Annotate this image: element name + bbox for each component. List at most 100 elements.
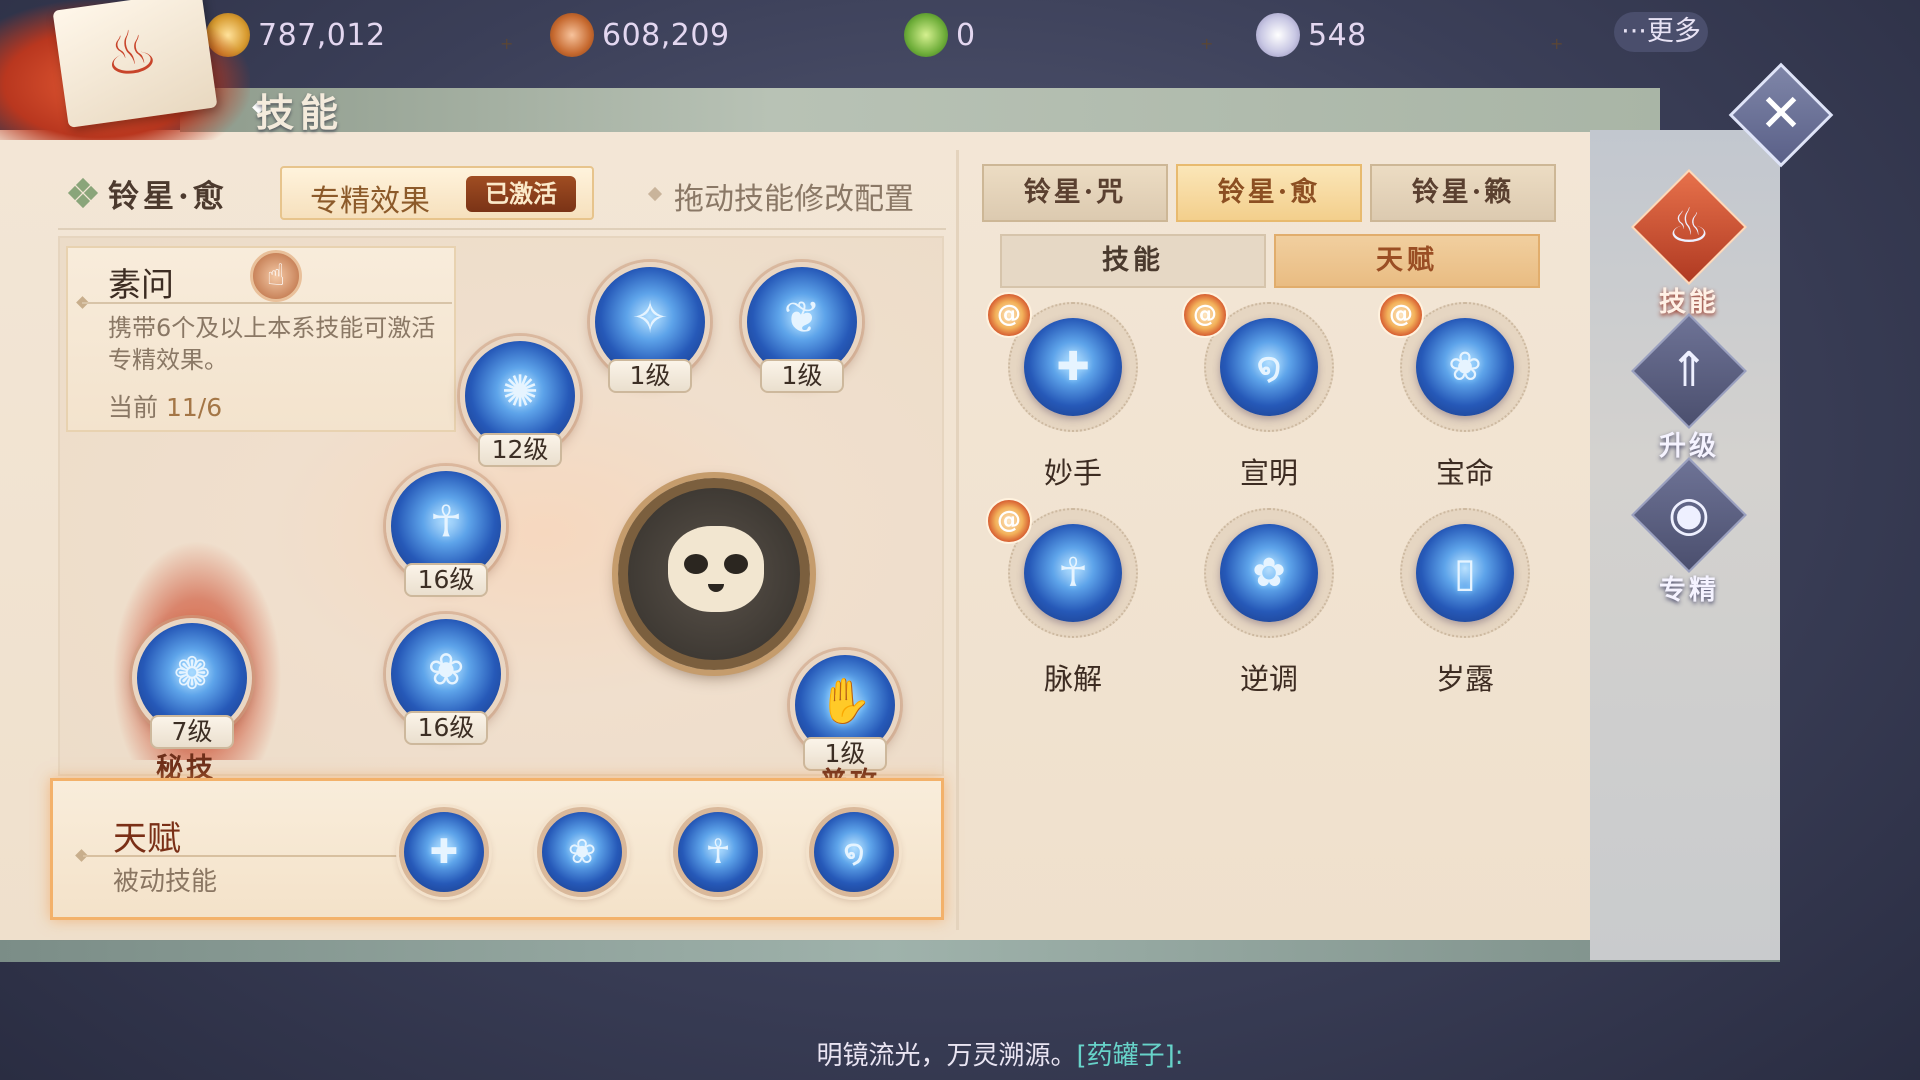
- tab-skills[interactable]: 技能: [1000, 234, 1266, 288]
- status-badge: 已激活: [466, 176, 576, 212]
- lotus-icon: ❀: [427, 644, 465, 696]
- talent-title: 天赋: [113, 819, 181, 859]
- diamond-icon: [67, 177, 99, 209]
- talent-slot-2[interactable]: ❀: [537, 807, 627, 897]
- progress-value: 11/6: [165, 393, 223, 422]
- talent-slot-1[interactable]: ✚: [399, 807, 489, 897]
- skill-icon-frame: ☥: [1024, 524, 1122, 622]
- nav-upgrade[interactable]: ⇑ 升级: [1622, 313, 1756, 462]
- treasure-pouch-icon: [550, 13, 594, 57]
- divider: [58, 228, 946, 230]
- talent-slot-4[interactable]: ໑: [809, 807, 899, 897]
- skill-icon-frame: ▯: [1416, 524, 1514, 622]
- resource-value: 0: [956, 17, 976, 53]
- skill-maijie[interactable]: ☥ @ 脉解: [986, 498, 1138, 696]
- water-splash-icon: ✧: [631, 292, 669, 344]
- skill-name: 妙手: [1043, 456, 1103, 490]
- suwen-progress: 当前 11/6: [108, 388, 222, 424]
- healing-hand-icon: ✚: [1056, 344, 1090, 390]
- rune-icon: ♨: [99, 15, 163, 92]
- nav-label: 专精: [1659, 575, 1719, 606]
- more-button[interactable]: ···更多: [1614, 12, 1708, 52]
- tree-skill-2[interactable]: ❦ 1级: [742, 262, 862, 393]
- meditating-figure-icon: ☥: [429, 496, 463, 548]
- equipped-swirl-icon: @: [986, 292, 1032, 338]
- feather-swirl-icon: ❦: [783, 292, 821, 344]
- talent-subtitle: 被动技能: [113, 867, 218, 897]
- skill-name: 宣明: [1239, 456, 1299, 490]
- suwen-title: 素问: [108, 265, 174, 304]
- talent-slot-3[interactable]: ☥: [673, 807, 763, 897]
- healing-hand-icon: ✋: [817, 676, 873, 727]
- specialization-effect[interactable]: 专精效果 已激活: [280, 166, 594, 220]
- header-band: [180, 88, 1660, 132]
- panda-face-icon: [668, 526, 764, 612]
- mastery-orb-icon: ◉: [1668, 486, 1710, 542]
- talisman-card-icon: ▯: [1453, 550, 1477, 596]
- book-page: ♨: [52, 0, 218, 128]
- tree-skill-4[interactable]: ☥ 16级: [386, 466, 506, 597]
- resource-orb: 548: [1256, 12, 1367, 58]
- basic-attack-label: 普攻: [820, 760, 880, 778]
- skill-level: 16级: [404, 711, 488, 745]
- equipped-swirl-icon: @: [986, 498, 1032, 544]
- tree-skill-1[interactable]: ✧ 1级: [590, 262, 710, 393]
- skill-icon-frame: ✿: [1220, 524, 1318, 622]
- drag-hint: 拖动技能修改配置: [648, 174, 914, 218]
- skill-name: 脉解: [1043, 662, 1103, 696]
- chat-ticker[interactable]: 明镜流光，万灵溯源。[药罐子]:: [740, 1036, 1260, 1076]
- drag-hint-text: 拖动技能修改配置: [674, 182, 914, 217]
- lotus-flame-icon: ❁: [173, 648, 211, 700]
- dancer-icon: ✺: [501, 366, 539, 418]
- spec-label: 专精效果: [310, 184, 430, 219]
- tab-character-heal[interactable]: 铃星·愈: [1176, 164, 1362, 222]
- skill-miaoshou[interactable]: ✚ @ 妙手: [986, 292, 1138, 490]
- character-name: 铃星·愈: [108, 178, 228, 215]
- skill-xuanming[interactable]: ໑ @ 宣明: [1182, 292, 1334, 490]
- skill-icon-frame: ✚: [1024, 318, 1122, 416]
- spiral-wave-icon: ໑: [843, 832, 865, 872]
- equipped-swirl-icon: @: [1182, 292, 1228, 338]
- skill-level: 16级: [404, 563, 488, 597]
- skill-book-emblem: ♨: [0, 0, 250, 140]
- tab-talents[interactable]: 天赋: [1274, 234, 1540, 288]
- nav-skills[interactable]: ♨ 技能: [1622, 169, 1756, 318]
- add-gold-button[interactable]: +: [500, 20, 513, 66]
- panda-core-emblem[interactable]: [618, 478, 810, 670]
- resource-value: 787,012: [258, 17, 386, 53]
- resource-bar: 787,012 + 608,209 0 + 548 + ···更多: [0, 0, 1920, 72]
- skill-name: 宝命: [1435, 456, 1495, 490]
- resource-value: 608,209: [602, 17, 730, 53]
- figure-icon: ☥: [705, 832, 731, 872]
- figure-icon: ☥: [1058, 550, 1088, 596]
- skill-nitiao[interactable]: ✿ 逆调: [1204, 508, 1334, 696]
- progress-label: 当前: [108, 393, 159, 422]
- skill-level: 1级: [760, 359, 844, 393]
- nav-mastery[interactable]: ◉ 专精: [1622, 457, 1756, 606]
- jade-gem-icon: [904, 13, 948, 57]
- add-orb-button[interactable]: +: [1550, 20, 1563, 66]
- skill-suilu[interactable]: ▯ 岁露: [1400, 508, 1530, 696]
- skill-baoming[interactable]: ❀ @ 宝命: [1378, 292, 1530, 490]
- close-icon: ✕: [1759, 84, 1803, 144]
- ticker-text: 明镜流光，万灵溯源。: [816, 1041, 1077, 1071]
- tree-skill-5[interactable]: ❀ 16级: [386, 614, 506, 745]
- skill-name: 逆调: [1239, 662, 1299, 696]
- talent-slot-panel: 天赋 被动技能 ✚ ❀ ☥ ໑: [50, 778, 944, 920]
- tree-skill-basic[interactable]: ✋ 1级: [790, 650, 900, 771]
- tree-skill-3[interactable]: ✺ 12级: [460, 336, 580, 467]
- skill-icon-frame: ໑: [1220, 318, 1318, 416]
- character-header: 铃星·愈: [67, 168, 228, 218]
- upgrade-arrow-icon: ⇑: [1668, 342, 1710, 398]
- add-jade-button[interactable]: +: [1200, 20, 1213, 66]
- skill-icon-frame: ❀: [1416, 318, 1514, 416]
- skill-level: 7级: [150, 715, 234, 749]
- tab-character-curse[interactable]: 铃星·咒: [982, 164, 1168, 222]
- lotus-icon: ❀: [1448, 344, 1482, 390]
- tab-character-sound[interactable]: 铃星·籁: [1370, 164, 1556, 222]
- resource-value: 548: [1308, 17, 1367, 53]
- ticker-speaker: [药罐子]:: [1076, 1041, 1184, 1071]
- skill-name: 岁露: [1435, 662, 1495, 696]
- silver-orb-icon: [1256, 13, 1300, 57]
- tree-skill-mystic[interactable]: ❁ 7级: [132, 618, 252, 749]
